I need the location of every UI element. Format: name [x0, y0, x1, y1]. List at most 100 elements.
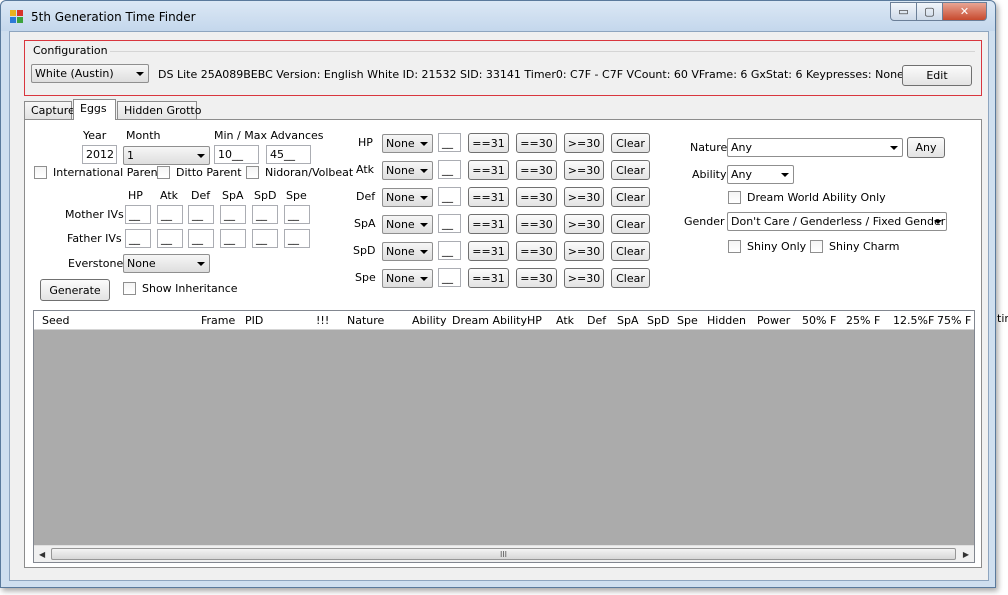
minimize-button[interactable]: ▭ [890, 2, 917, 21]
tab-hidden-grotto[interactable]: Hidden Grotto [117, 101, 201, 119]
ability-dropdown[interactable]: Any [727, 165, 794, 184]
iv-filter-mode-dropdown[interactable]: None [382, 215, 433, 234]
mother-iv-def-input[interactable]: __ [188, 205, 214, 224]
col-spa[interactable]: SpA [617, 314, 639, 327]
col-hp[interactable]: HP [527, 314, 542, 327]
iv-filter-mode-dropdown[interactable]: None [382, 242, 433, 261]
scroll-left-icon[interactable]: ◀ [39, 550, 45, 559]
iv-filter-value-input[interactable]: __ [438, 214, 461, 233]
col-25f[interactable]: 25% F [846, 314, 880, 327]
eq30-button[interactable]: ==30 [516, 241, 557, 261]
father-iv-atk-input[interactable]: __ [157, 229, 183, 248]
nature-dropdown[interactable]: Any [727, 138, 903, 157]
eq30-button[interactable]: ==30 [516, 268, 557, 288]
tab-eggs[interactable]: Eggs [73, 99, 116, 120]
col-ability[interactable]: Ability [412, 314, 447, 327]
mother-iv-hp-input[interactable]: __ [125, 205, 151, 224]
col-power[interactable]: Power [757, 314, 790, 327]
min-advances-input[interactable]: 10__ [214, 145, 259, 164]
ge30-button[interactable]: >=30 [564, 241, 604, 261]
clear-button[interactable]: Clear [611, 187, 650, 207]
horizontal-scrollbar[interactable]: ◀ III ▶ [34, 545, 974, 562]
nature-any-button[interactable]: Any [907, 137, 945, 158]
maximize-button[interactable]: ▢ [916, 2, 943, 21]
everstone-dropdown[interactable]: None [123, 254, 210, 273]
ge30-button[interactable]: >=30 [564, 214, 604, 234]
col-spe[interactable]: Spe [677, 314, 698, 327]
col-75f[interactable]: 75% F [937, 314, 971, 327]
clear-button[interactable]: Clear [611, 268, 650, 288]
mother-iv-spa-input[interactable]: __ [220, 205, 246, 224]
col-125f[interactable]: 12.5%F [893, 314, 934, 327]
eq31-button[interactable]: ==31 [468, 214, 509, 234]
clear-button[interactable]: Clear [611, 160, 650, 180]
mother-iv-spe-input[interactable]: __ [284, 205, 310, 224]
eq31-button[interactable]: ==31 [468, 133, 509, 153]
eq30-button[interactable]: ==30 [516, 187, 557, 207]
clear-button[interactable]: Clear [611, 214, 650, 234]
father-iv-spe-input[interactable]: __ [284, 229, 310, 248]
generate-button[interactable]: Generate [40, 279, 110, 301]
col-atk[interactable]: Atk [556, 314, 574, 327]
tab-capture[interactable]: Capture [24, 101, 75, 119]
ditto-parent-checkbox[interactable]: Ditto Parent [157, 166, 242, 179]
year-input[interactable]: 2012 [82, 145, 117, 164]
iv-filter-mode-dropdown[interactable]: None [382, 269, 433, 288]
eq31-button[interactable]: ==31 [468, 187, 509, 207]
col-frame[interactable]: Frame [201, 314, 235, 327]
iv-filter-value-input[interactable]: __ [438, 160, 461, 179]
clear-button[interactable]: Clear [611, 133, 650, 153]
col-hidden[interactable]: Hidden [707, 314, 746, 327]
max-advances-input[interactable]: 45__ [266, 145, 311, 164]
scroll-thumb[interactable]: III [51, 548, 956, 560]
checkbox-label: Ditto Parent [176, 166, 242, 179]
father-iv-def-input[interactable]: __ [188, 229, 214, 248]
eq30-button[interactable]: ==30 [516, 214, 557, 234]
iv-filter-mode-dropdown[interactable]: None [382, 134, 433, 153]
scroll-right-icon[interactable]: ▶ [963, 550, 969, 559]
eq31-button[interactable]: ==31 [468, 268, 509, 288]
ge30-button[interactable]: >=30 [564, 133, 604, 153]
eq30-button[interactable]: ==30 [516, 160, 557, 180]
international-parents-checkbox[interactable]: International Parents [34, 166, 168, 179]
iv-filter-mode-dropdown[interactable]: None [382, 161, 433, 180]
iv-filter-value-input[interactable]: __ [438, 133, 461, 152]
col-nature[interactable]: Nature [347, 314, 384, 327]
eq30-button[interactable]: ==30 [516, 133, 557, 153]
ge30-button[interactable]: >=30 [564, 187, 604, 207]
col-spd[interactable]: SpD [647, 314, 669, 327]
profile-dropdown[interactable]: White (Austin) [31, 64, 149, 83]
clear-button[interactable]: Clear [611, 241, 650, 261]
eq31-button[interactable]: ==31 [468, 241, 509, 261]
eq31-button[interactable]: ==31 [468, 160, 509, 180]
iv-header-spa: SpA [222, 189, 244, 202]
father-iv-spa-input[interactable]: __ [220, 229, 246, 248]
edit-button[interactable]: Edit [902, 65, 972, 86]
iv-filter-value-input[interactable]: __ [438, 187, 461, 206]
results-grid[interactable]: Seed Frame PID !!! Nature Ability Dream … [33, 310, 975, 563]
iv-filter-value-input[interactable]: __ [438, 268, 461, 287]
mother-iv-atk-input[interactable]: __ [157, 205, 183, 224]
title-bar[interactable]: 5th Generation Time Finder ▭ ▢ ✕ [1, 1, 995, 31]
close-button[interactable]: ✕ [942, 2, 987, 21]
shiny-charm-checkbox[interactable]: Shiny Charm [810, 240, 899, 253]
col-dream-ability[interactable]: Dream Ability [452, 314, 527, 327]
nidoran-volbeat-checkbox[interactable]: Nidoran/Volbeat [246, 166, 353, 179]
gender-dropdown[interactable]: Don't Care / Genderless / Fixed Gender [727, 212, 947, 231]
father-iv-spd-input[interactable]: __ [252, 229, 278, 248]
shiny-only-checkbox[interactable]: Shiny Only [728, 240, 806, 253]
col-alert[interactable]: !!! [316, 314, 329, 327]
father-iv-hp-input[interactable]: __ [125, 229, 151, 248]
show-inheritance-checkbox[interactable]: Show Inheritance [123, 282, 238, 295]
col-50f[interactable]: 50% F [802, 314, 836, 327]
iv-filter-value-input[interactable]: __ [438, 241, 461, 260]
mother-iv-spd-input[interactable]: __ [252, 205, 278, 224]
dream-world-checkbox[interactable]: Dream World Ability Only [728, 191, 886, 204]
iv-filter-mode-dropdown[interactable]: None [382, 188, 433, 207]
col-def[interactable]: Def [587, 314, 606, 327]
ge30-button[interactable]: >=30 [564, 268, 604, 288]
col-pid[interactable]: PID [245, 314, 263, 327]
col-seed[interactable]: Seed [42, 314, 70, 327]
ge30-button[interactable]: >=30 [564, 160, 604, 180]
month-dropdown[interactable]: 1 [123, 146, 210, 165]
